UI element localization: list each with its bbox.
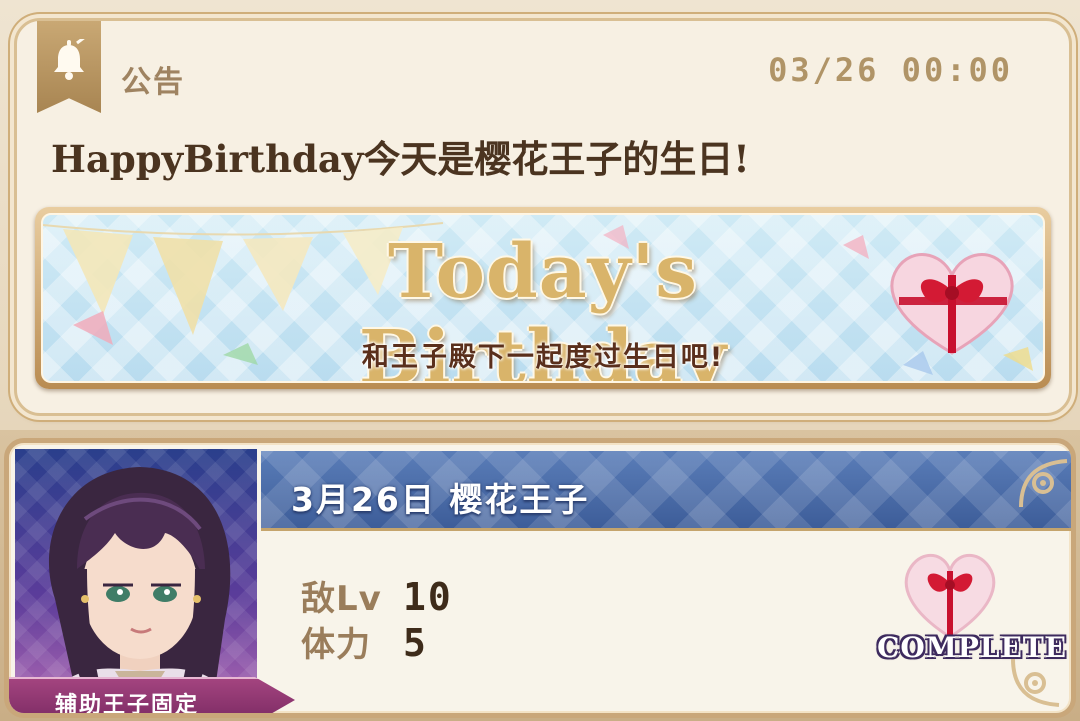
banner-subtitle: 和王子殿下一起度过生日吧! [361, 342, 725, 373]
enemy-level-label: 敌Lv [301, 579, 382, 619]
announcement-title: HappyBirthday今天是樱花王子的生日! [51, 137, 750, 181]
ornate-corner-icon [1011, 658, 1060, 707]
stamina-value: 5 [403, 621, 428, 665]
prince-avatar [46, 467, 234, 713]
stamina-row: 体力 5 [301, 617, 428, 666]
bell-icon [54, 39, 86, 80]
support-tag-label: 辅助王子固定 [55, 693, 200, 718]
prince-portrait [15, 449, 257, 713]
stage-card[interactable]: 辅助王子固定 3月26日 樱花王子 敌Lv 10 体力 5 COMPLETE [4, 438, 1076, 718]
birthday-banner[interactable]: Today's Birthday 和王子殿下一起度过生日吧! [35, 207, 1051, 389]
category-tag [37, 21, 101, 113]
support-prince-fixed-tag: 辅助王子固定 [9, 677, 295, 718]
stamina-label: 体力 [301, 625, 371, 665]
announcement-card[interactable]: 公告 03/26 00:00 HappyBirthday今天是樱花王子的生日! [14, 18, 1072, 416]
enemy-level-row: 敌Lv 10 [301, 571, 453, 620]
stage-area: 辅助王子固定 3月26日 樱花王子 敌Lv 10 体力 5 COMPLETE [0, 430, 1080, 721]
announcement-category: 公告 [121, 65, 185, 100]
enemy-level-value: 10 [403, 575, 453, 619]
stage-header: 3月26日 樱花王子 [261, 451, 1071, 531]
heart-gift-icon [890, 253, 1014, 355]
stage-title: 3月26日 樱花王子 [291, 480, 590, 519]
banner-image: Today's Birthday 和王子殿下一起度过生日吧! [41, 213, 1045, 383]
announcement-area: 公告 03/26 00:00 HappyBirthday今天是樱花王子的生日! [0, 0, 1080, 430]
announcement-datetime: 03/26 00:00 [768, 51, 1013, 89]
ornate-corner-icon [1019, 459, 1068, 508]
